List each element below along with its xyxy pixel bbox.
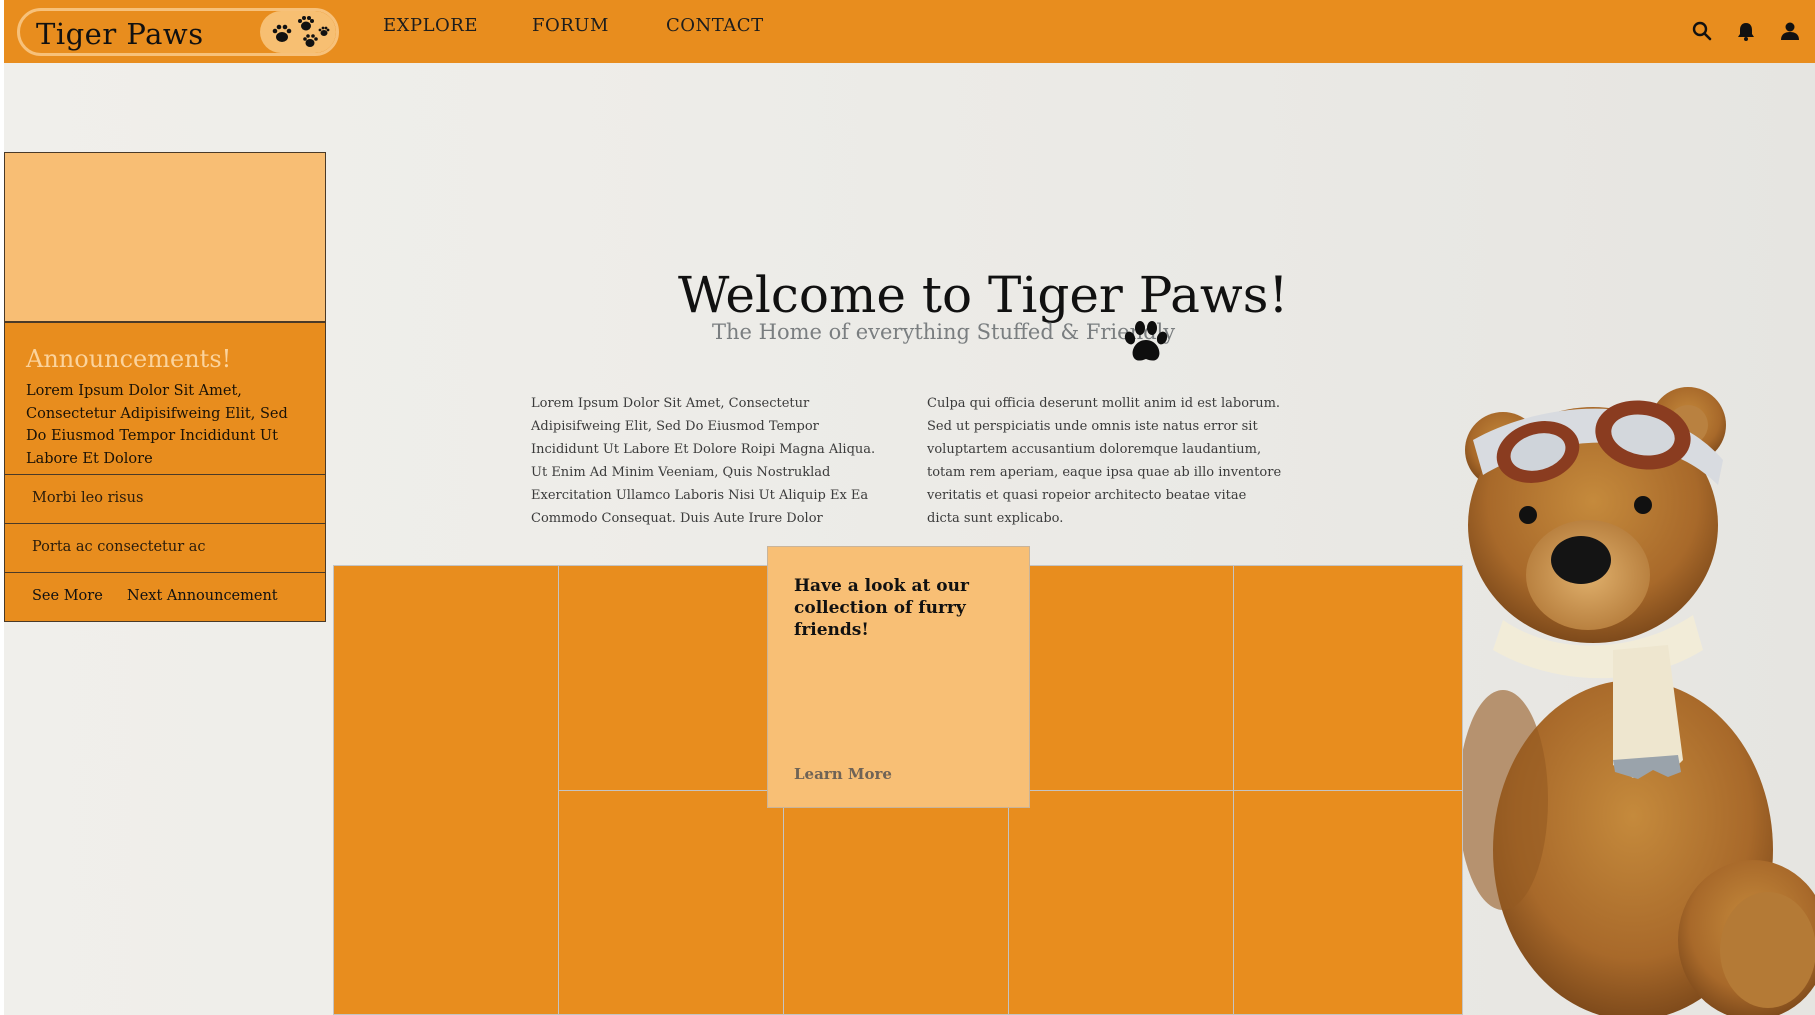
tile[interactable] <box>783 790 1009 1015</box>
tile[interactable] <box>333 565 559 1015</box>
tile[interactable] <box>1008 790 1234 1015</box>
intro-text-right: Culpa qui officia deserunt mollit anim i… <box>927 396 1282 526</box>
tile[interactable] <box>1008 565 1234 791</box>
announcement-image <box>4 152 326 322</box>
tile[interactable] <box>1233 790 1463 1015</box>
announcements-title: Announcements! <box>26 345 232 373</box>
teddy-bear-image <box>1463 380 1815 1015</box>
intro-text-left: Lorem Ipsum Dolor Sit Amet, Consectetur … <box>531 396 876 526</box>
logo[interactable]: Tiger Paws <box>17 8 339 56</box>
page-subtitle: The Home of everything Stuffed & Friendl… <box>712 320 1176 344</box>
paw-icon <box>1121 318 1171 368</box>
nav-contact[interactable]: CONTACT <box>666 15 764 36</box>
bell-icon[interactable] <box>1735 20 1757 42</box>
feature-title: Have a look at our collection of furry f… <box>794 576 969 640</box>
tile[interactable] <box>558 565 784 791</box>
sidebar-item-label: Porta ac consectetur ac <box>32 539 206 555</box>
search-icon[interactable] <box>1691 20 1713 42</box>
logo-text: Tiger Paws <box>36 17 204 51</box>
nav-forum[interactable]: FORUM <box>532 15 609 36</box>
feature-card[interactable]: Have a look at our collection of furry f… <box>767 546 1030 808</box>
sidebar-actions: See More Next Announcement <box>5 572 325 621</box>
top-navbar: Tiger Paws EXPLORE FORUM CONTACT <box>4 0 1815 63</box>
sidebar-item-porta[interactable]: Porta ac consectetur ac <box>5 523 325 572</box>
announcement-body: Lorem Ipsum Dolor Sit Amet, Consectetur … <box>26 383 288 467</box>
paw-prints-icon <box>260 11 336 53</box>
sidebar-item-label: Morbi leo risus <box>32 490 144 506</box>
tile[interactable] <box>558 790 784 1015</box>
page-title: Welcome to Tiger Paws! <box>678 266 1289 324</box>
next-announcement-button[interactable]: Next Announcement <box>127 588 278 604</box>
learn-more-link[interactable]: Learn More <box>794 765 892 783</box>
user-icon[interactable] <box>1779 20 1801 42</box>
announcements-panel: Announcements! Lorem Ipsum Dolor Sit Ame… <box>4 322 326 622</box>
sidebar-item-morbi[interactable]: Morbi leo risus <box>5 474 325 523</box>
tile[interactable] <box>1233 565 1463 791</box>
nav-explore[interactable]: EXPLORE <box>383 15 478 36</box>
see-more-button[interactable]: See More <box>32 588 103 604</box>
